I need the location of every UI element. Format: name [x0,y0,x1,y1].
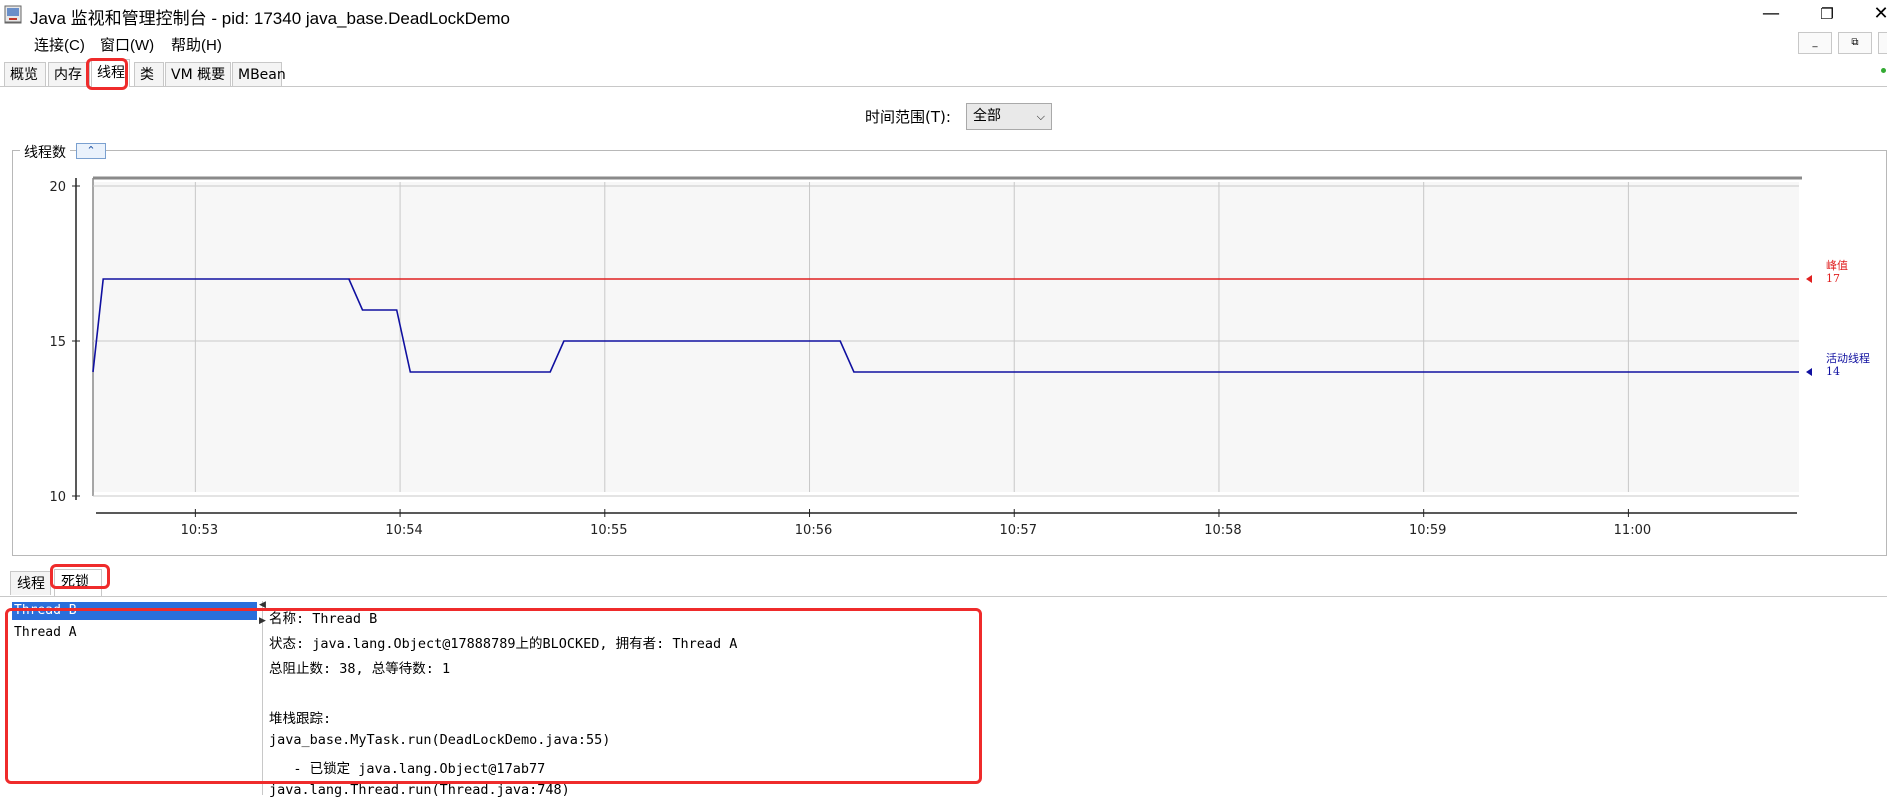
stack-trace-heading: 堆栈跟踪: [269,711,332,727]
y-tick-label: 10 [49,490,66,505]
mdi-close-button[interactable] [1878,32,1887,54]
connection-status-icon [1881,68,1886,73]
chart-panel-title: 线程数 [20,142,70,162]
close-button[interactable]: ✕ [1858,0,1887,30]
chart-legend: 峰值17 活动线程14 [1806,259,1870,378]
time-range-value: 全部 [973,108,1001,124]
thread-name: 名称: Thread B [269,611,378,627]
minimize-button[interactable]: — [1748,0,1794,30]
tab-overview[interactable]: 概览 [4,62,46,86]
menu-help[interactable]: 帮助(H) [171,34,222,55]
x-tick-label: 10:53 [181,523,218,538]
mdi-restore-button[interactable]: ⧉ [1838,32,1872,54]
tab-threads[interactable]: 线程 [91,59,130,87]
thread-count-chart: 101520 10:53 10:54 10:55 10:56 10:57 10:58 10:… [49,176,1870,538]
window-title: Java 监视和管理控制台 - pid: 17340 java_base.Dea… [30,9,510,28]
legend-series-value: 14 [1826,365,1840,378]
tab-deadlock[interactable]: 死锁 [54,569,102,596]
x-tick-label: 10:57 [1000,523,1037,538]
time-range-select[interactable]: 全部 ⌵ [966,103,1052,130]
splitter-arrow-icon[interactable]: ▶ [259,616,266,626]
tab-memory[interactable]: 内存 [48,62,90,86]
double-chevron-up-icon[interactable]: ⌃ [76,143,106,159]
x-tick-label: 10:55 [590,523,627,538]
x-tick-label: 10:58 [1204,523,1241,538]
tab-mbean[interactable]: MBean [232,62,286,86]
y-tick-label: 15 [49,335,66,350]
x-tick-label: 11:00 [1614,523,1651,538]
menu-window[interactable]: 窗口(W) [100,34,154,55]
thread-counts: 总阻止数: 38, 总等待数: 1 [269,661,451,677]
legend-series-name: 峰值 [1826,259,1848,272]
list-item[interactable]: Thread A [12,624,257,642]
y-axis: 10 15 20 [49,178,80,505]
y-tick-label: 20 [49,180,66,195]
stack-frame: java_base.MyTask.run(DeadLockDemo.java:5… [269,732,611,748]
x-tick-label: 10:54 [385,523,422,538]
chevron-down-icon: ⌵ [1036,110,1045,123]
deadlocked-thread-list: Thread B Thread A [10,601,263,795]
tab-thread-list[interactable]: 线程 [10,571,51,595]
x-axis: 10:53 10:54 10:55 10:56 10:57 10:58 10:59 11:00 [96,509,1797,538]
list-item[interactable]: Thread B [12,602,257,620]
stack-lock-info: - 已锁定 java.lang.Object@17ab77 [269,761,546,777]
time-range-label: 时间范围(T): [865,108,951,126]
thread-state: 状态: java.lang.Object@17888789上的BLOCKED, … [269,636,738,652]
legend-marker-icon [1806,368,1812,376]
legend-series-value: 17 [1826,272,1840,285]
java-console-icon [4,5,22,23]
plot-area [93,182,1799,492]
tab-classes[interactable]: 类 [134,62,164,86]
tab-vm-summary[interactable]: VM 概要 [165,62,231,86]
splitter-arrow-icon[interactable]: ◀ [259,600,266,610]
x-tick-label: 10:59 [1409,523,1446,538]
mdi-minimize-button[interactable]: _ [1798,32,1832,54]
x-tick-label: 10:56 [795,523,832,538]
stack-frame: java.lang.Thread.run(Thread.java:748) [269,782,570,798]
legend-marker-icon [1806,275,1812,283]
menu-bar [0,30,1887,58]
legend-series-name: 活动线程 [1826,351,1870,365]
lower-tab-divider [0,596,1887,597]
menu-connection[interactable]: 连接(C) [34,34,85,55]
maximize-button[interactable]: ❐ [1804,0,1850,30]
